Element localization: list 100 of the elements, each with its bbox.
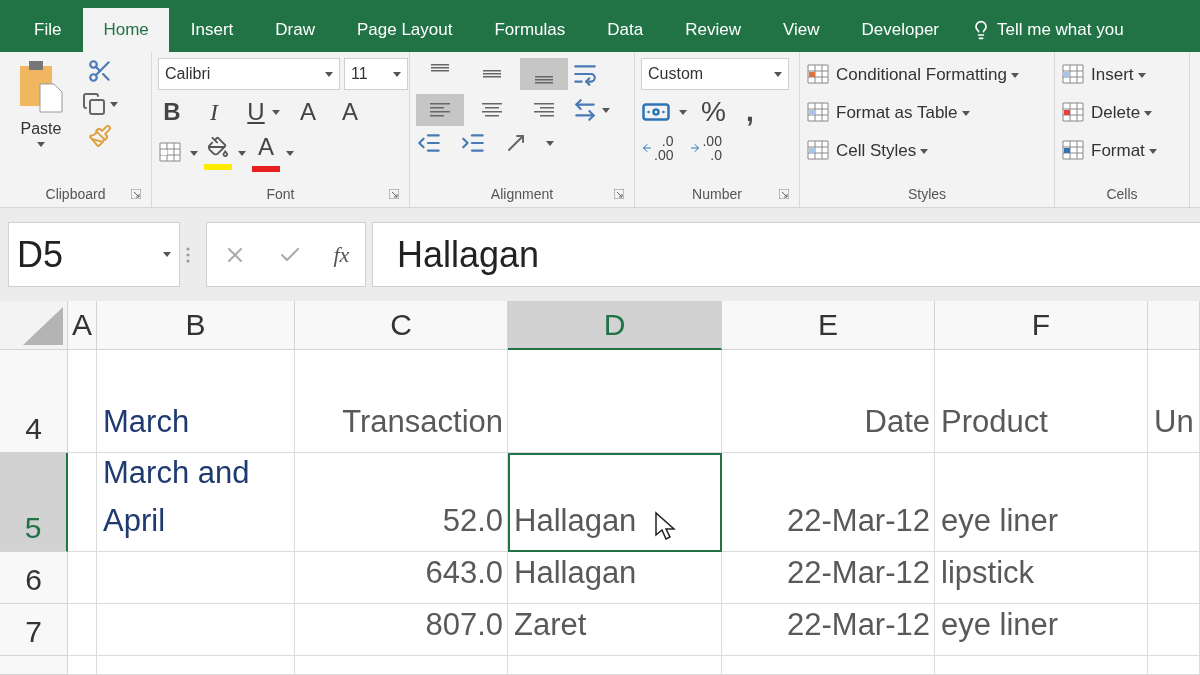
paste-button[interactable]: Paste bbox=[6, 58, 76, 181]
table-cell: eye liner bbox=[935, 453, 1148, 552]
caret-icon bbox=[961, 110, 970, 116]
merge-icon[interactable] bbox=[572, 97, 598, 123]
column-header[interactable]: A bbox=[68, 301, 97, 350]
group-label: Clipboard bbox=[45, 186, 106, 202]
font-name-field[interactable]: Calibri bbox=[158, 58, 340, 90]
increase-decimal-button[interactable]: .0 .00 bbox=[641, 134, 674, 162]
row-header[interactable]: 4 bbox=[0, 350, 68, 453]
align-icon bbox=[482, 103, 502, 117]
ribbon-tab[interactable]: Draw bbox=[255, 8, 335, 52]
table-cell: Product bbox=[935, 350, 1148, 453]
font-color-bar bbox=[252, 166, 280, 172]
table-cell: eye liner bbox=[935, 604, 1148, 656]
arrow-icon bbox=[689, 142, 702, 154]
column-header[interactable]: F bbox=[935, 301, 1148, 350]
row-header[interactable]: 6 bbox=[0, 552, 68, 604]
row-header[interactable]: 5 bbox=[0, 453, 68, 552]
ribbon-tab[interactable]: Home bbox=[83, 8, 169, 52]
grow-font-button[interactable]: A bbox=[294, 94, 322, 130]
caret-icon bbox=[325, 71, 333, 77]
ribbon-tab[interactable]: View bbox=[762, 8, 840, 52]
active-cell[interactable]: Hallagan bbox=[508, 453, 722, 552]
column-header[interactable]: D bbox=[508, 301, 722, 350]
font-size-field[interactable]: 11 bbox=[344, 58, 408, 90]
ribbon-tab[interactable]: Review bbox=[665, 8, 761, 52]
table-cell: lipstick bbox=[935, 552, 1148, 604]
name-box[interactable]: D5 bbox=[8, 222, 180, 287]
insert-function-button[interactable]: fx bbox=[333, 241, 350, 268]
caret-icon bbox=[190, 150, 198, 156]
fill-color-icon[interactable] bbox=[207, 136, 229, 158]
table-cell: 22-Mar-12 bbox=[722, 453, 935, 552]
ribbon-tab[interactable]: Page Layout bbox=[336, 8, 473, 52]
styles-menu-button[interactable]: Conditional Formatting bbox=[806, 58, 1020, 92]
styles-menu-button[interactable]: Format as Table bbox=[806, 96, 1020, 130]
caret-icon bbox=[272, 109, 280, 115]
caret-icon bbox=[163, 252, 171, 257]
dialog-launcher-icon[interactable] bbox=[131, 189, 141, 199]
cells-menu-button[interactable]: Format bbox=[1061, 134, 1157, 168]
group-label: Alignment bbox=[490, 186, 554, 202]
column-header[interactable]: B bbox=[97, 301, 295, 350]
table-cell: 52.0 bbox=[295, 453, 508, 552]
copy-icon[interactable] bbox=[82, 92, 106, 116]
table-cell: Transaction bbox=[295, 350, 508, 453]
bold-button[interactable]: B bbox=[158, 94, 186, 130]
font-color-button[interactable]: A bbox=[252, 134, 280, 160]
comma-button[interactable]: , bbox=[739, 96, 760, 128]
number-format-field[interactable]: Custom bbox=[641, 58, 789, 90]
caret-icon bbox=[774, 71, 782, 77]
arrow-icon bbox=[641, 142, 653, 154]
table-cell: Date bbox=[722, 350, 935, 453]
cut-icon[interactable] bbox=[87, 58, 113, 84]
table-cell: March bbox=[97, 350, 295, 453]
cells-menu-button[interactable]: Insert bbox=[1061, 58, 1157, 92]
caret-icon bbox=[37, 142, 45, 147]
horizontal-align-button[interactable] bbox=[416, 94, 464, 126]
clipboard-icon bbox=[18, 58, 64, 116]
table-cell: March and April bbox=[97, 453, 295, 552]
caret-icon bbox=[1137, 72, 1146, 78]
column-header[interactable]: E bbox=[722, 301, 935, 350]
table-cell: 22-Mar-12 bbox=[722, 552, 935, 604]
table-cell: 643.0 bbox=[295, 552, 508, 604]
vertical-align-button[interactable] bbox=[520, 58, 568, 90]
align-icon bbox=[430, 103, 450, 117]
caret-icon bbox=[110, 101, 118, 107]
decrease-decimal-button[interactable]: .00 .0 bbox=[689, 134, 722, 162]
group-label: Cells bbox=[1106, 186, 1138, 202]
styles-menu-button[interactable]: Cell Styles bbox=[806, 134, 1020, 168]
format-painter-icon[interactable] bbox=[88, 124, 112, 148]
group-label: Font bbox=[266, 186, 295, 202]
dialog-launcher-icon[interactable] bbox=[389, 189, 399, 199]
cells-menu-button[interactable]: Delete bbox=[1061, 96, 1157, 130]
align-icon bbox=[535, 76, 553, 84]
formula-field[interactable]: Hallagan bbox=[372, 222, 1200, 287]
ribbon-tab[interactable]: Formulas bbox=[474, 8, 586, 52]
table-cell: Zaret bbox=[508, 604, 722, 656]
row-header[interactable]: 7 bbox=[0, 604, 68, 656]
italic-button[interactable]: I bbox=[200, 94, 228, 130]
grip-icon bbox=[186, 246, 190, 263]
caret-icon bbox=[679, 109, 687, 115]
align-icon bbox=[534, 103, 554, 117]
percent-button[interactable]: % bbox=[695, 96, 732, 128]
shrink-font-button[interactable]: A bbox=[336, 94, 364, 130]
caret-icon bbox=[286, 150, 294, 156]
group-label: Styles bbox=[907, 186, 947, 202]
fill-color-bar bbox=[204, 164, 232, 170]
caret-icon bbox=[602, 107, 610, 113]
table-cell: 22-Mar-12 bbox=[722, 604, 935, 656]
ribbon-tab[interactable]: File bbox=[14, 8, 82, 52]
ribbon-tab[interactable]: Data bbox=[587, 8, 664, 52]
caret-icon bbox=[393, 71, 401, 77]
dialog-launcher-icon[interactable] bbox=[614, 189, 624, 199]
table-cell: 807.0 bbox=[295, 604, 508, 656]
caret-icon bbox=[1148, 148, 1157, 154]
tell-me-field[interactable]: Tell me what you bbox=[997, 20, 1124, 40]
ribbon-tab[interactable]: Insert bbox=[170, 8, 254, 52]
underline-button[interactable]: U bbox=[242, 94, 270, 130]
column-header[interactable]: C bbox=[295, 301, 508, 350]
ribbon-tab[interactable]: Developer bbox=[841, 8, 959, 52]
dialog-launcher-icon[interactable] bbox=[779, 189, 789, 199]
